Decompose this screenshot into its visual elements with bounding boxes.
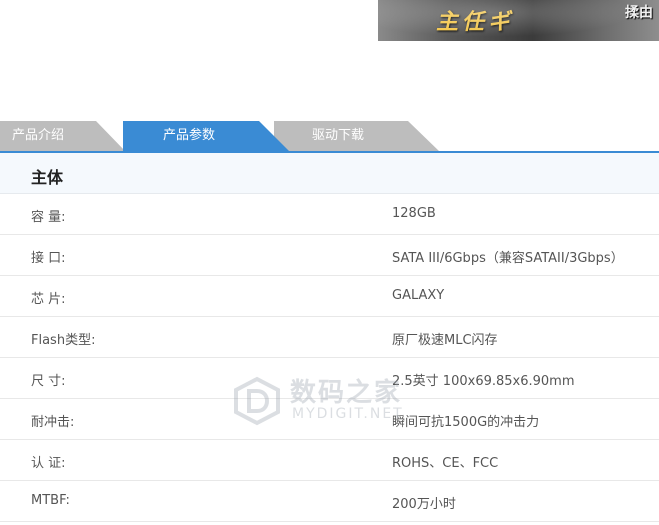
product-tabs: 产品介绍 驱动下载 产品参数 xyxy=(0,121,659,152)
page: 主任ギ 揉由 产品介绍 驱动下载 产品参数 主体 容 量: 128GB 接 口:… xyxy=(0,0,659,525)
spec-label: 接 口: xyxy=(31,251,66,266)
spec-value: 200万小时 xyxy=(392,497,456,512)
spec-value: 128GB xyxy=(392,206,436,221)
spec-row-chip: 芯 片: GALAXY xyxy=(0,276,659,317)
tab-product-specs[interactable]: 产品参数 xyxy=(123,121,290,152)
spec-label: 认 证: xyxy=(31,456,66,471)
spec-row-flash-type: Flash类型: 原厂极速MLC闪存 xyxy=(0,317,659,358)
spec-value: 瞬间可抗1500G的冲击力 xyxy=(392,415,540,430)
spec-section-title: 主体 xyxy=(31,168,64,187)
spec-label: MTBF: xyxy=(31,493,70,508)
spec-value: 原厂极速MLC闪存 xyxy=(392,333,498,348)
tab-driver-download[interactable]: 驱动下载 xyxy=(274,121,440,152)
spec-value: ROHS、CE、FCC xyxy=(392,456,499,471)
spec-row-interface: 接 口: SATA III/6Gbps（兼容SATAII/3Gbps） xyxy=(0,235,659,276)
spec-value: GALAXY xyxy=(392,288,445,303)
spec-label: 尺 寸: xyxy=(31,374,66,389)
spec-row-certification: 认 证: ROHS、CE、FCC xyxy=(0,440,659,481)
banner-text: 主任ギ xyxy=(434,10,519,35)
spec-value: 2.5英寸 100x69.85x6.90mm xyxy=(392,374,575,389)
product-banner-image: 主任ギ 揉由 xyxy=(378,0,659,41)
spec-row-shock: 耐冲击: 瞬间可抗1500G的冲击力 xyxy=(0,399,659,440)
spec-label: 容 量: xyxy=(31,210,66,225)
tab-product-intro[interactable]: 产品介绍 xyxy=(0,121,126,152)
spec-row-capacity: 容 量: 128GB xyxy=(0,194,659,235)
spec-label: 芯 片: xyxy=(31,292,66,307)
spec-label: 耐冲击: xyxy=(31,415,75,430)
spec-label: Flash类型: xyxy=(31,333,96,348)
spec-table: 容 量: 128GB 接 口: SATA III/6Gbps（兼容SATAII/… xyxy=(0,194,659,522)
spec-row-mtbf: MTBF: 200万小时 xyxy=(0,481,659,522)
spec-section-header: 主体 xyxy=(0,153,659,194)
spec-row-dimensions: 尺 寸: 2.5英寸 100x69.85x6.90mm xyxy=(0,358,659,399)
banner-text-right: 揉由 xyxy=(625,5,653,21)
spec-value: SATA III/6Gbps（兼容SATAII/3Gbps） xyxy=(392,251,624,266)
